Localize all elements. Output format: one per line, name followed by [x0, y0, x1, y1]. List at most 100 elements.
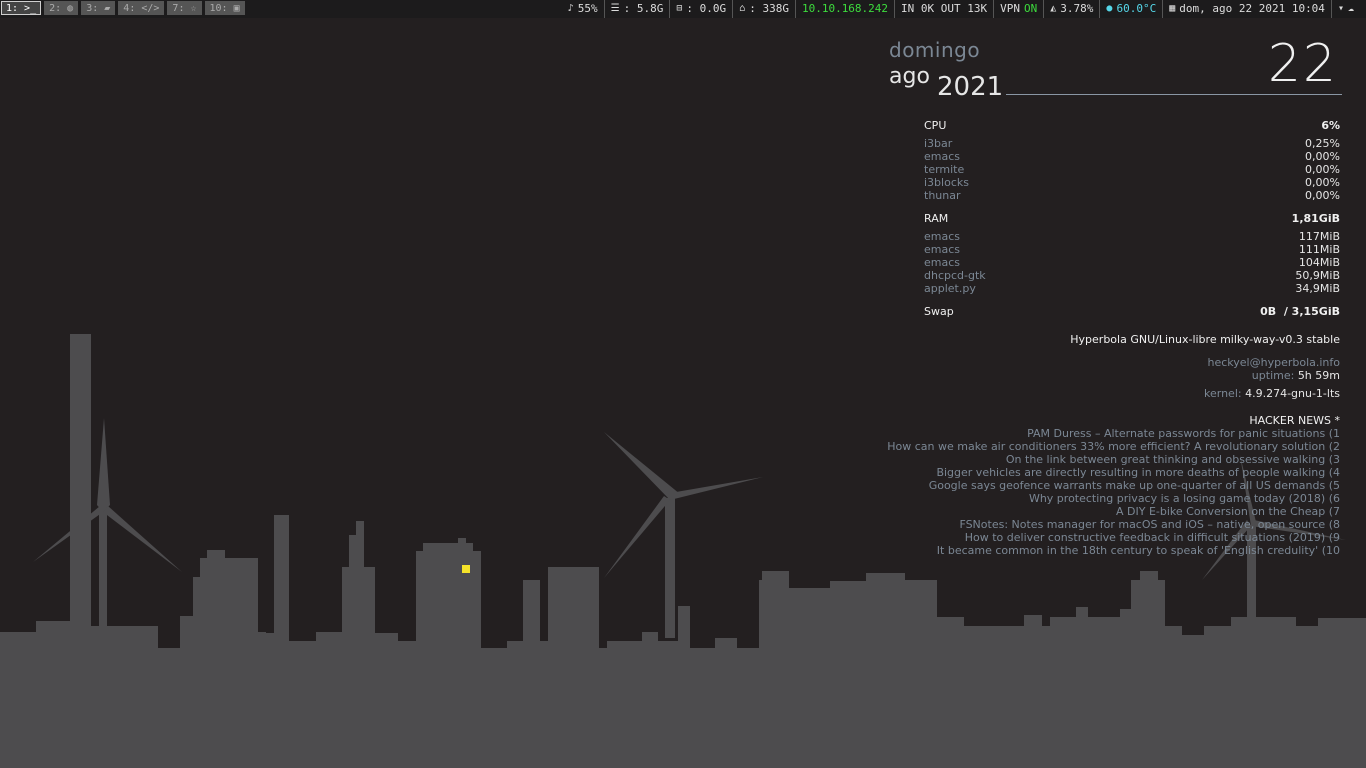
ip-block[interactable]: 10.10.168.242	[796, 0, 896, 18]
conky-panel: domingo ago 2021 22 CPU 6% i3bar 0,25% ema…	[880, 34, 1342, 564]
disk-drive-value: : 0.0G	[686, 2, 727, 15]
lit-window	[462, 565, 470, 573]
database-icon: ☰	[610, 3, 620, 14]
kernel-value: 4.9.274-gnu-1-lts	[1245, 387, 1340, 400]
disk-drive-block[interactable]: ⊟ : 0.0G	[670, 0, 734, 18]
hard-drive-icon: ⊟	[676, 3, 683, 14]
workspace-button[interactable]: 4: </>	[118, 1, 165, 15]
process-row: emacs 104MiB	[924, 256, 1340, 269]
volume-value: 55%	[577, 2, 598, 15]
music-note-icon: ♪	[567, 3, 574, 14]
uptime-label: uptime:	[1251, 369, 1295, 382]
process-name: i3bar	[924, 137, 953, 150]
weekday-name: domingo	[889, 38, 981, 62]
process-value: 104MiB	[1298, 256, 1340, 269]
ram-process-list: emacs 117MiB emacs 111MiB emacs 104MiB dhcpcd-…	[924, 230, 1340, 295]
cpu-section: CPU 6% i3bar 0,25% emacs 0,00% termite 0,00% i…	[924, 119, 1340, 202]
process-name: emacs	[924, 256, 961, 269]
ram-total: 1,81GiB	[1291, 212, 1340, 225]
news-item[interactable]: PAM Duress – Alternate passwords for pan…	[887, 427, 1340, 440]
area-chart-icon: ◭	[1050, 3, 1057, 14]
temperature-block[interactable]: ● 60.0°C	[1100, 0, 1164, 18]
volume-block[interactable]: ♪ 55%	[562, 0, 605, 18]
wind-turbine-middle	[604, 432, 763, 638]
cpu-header: CPU 6%	[924, 119, 1340, 132]
network-traffic: IN 0K OUT 13K	[901, 2, 988, 15]
vpn-block[interactable]: VPN ON	[994, 0, 1045, 18]
distro-info: Hyperbola GNU/Linux-libre milky-way-v0.3…	[1070, 333, 1340, 346]
clock-block[interactable]: ▦ dom, ago 22 2021 10:04	[1163, 0, 1332, 18]
swap-header: Swap 0B / 3,15GiB	[924, 305, 1340, 318]
workspace-button[interactable]: 7: ☆	[167, 1, 202, 15]
hacker-news-list: PAM Duress – Alternate passwords for pan…	[887, 427, 1340, 557]
vpn-state: ON	[1024, 2, 1038, 15]
process-value: 0,25%	[1305, 137, 1340, 150]
uptime-line: uptime: 5h 59m	[1252, 369, 1340, 382]
process-value: 34,9MiB	[1295, 282, 1340, 295]
droplet-icon: ●	[1106, 3, 1113, 14]
news-item[interactable]: Why protecting privacy is a losing game …	[887, 492, 1340, 505]
clock-value: dom, ago 22 2021 10:04	[1179, 2, 1325, 15]
ram-header: RAM 1,81GiB	[924, 212, 1340, 225]
year: 2021	[937, 72, 1004, 102]
tray-block[interactable]: ▾ ☁	[1332, 0, 1360, 18]
kernel-label: kernel:	[1204, 387, 1242, 400]
process-value: 0,00%	[1305, 163, 1340, 176]
workspace-button[interactable]: 10: ▣	[204, 1, 245, 15]
process-name: emacs	[924, 243, 961, 256]
process-name: i3blocks	[924, 176, 969, 189]
swap-section: Swap 0B / 3,15GiB	[924, 305, 1340, 318]
workspace-list: 1: >_ 2: ◍ 3: ▰ 4: </> 7: ☆ 10: ▣	[1, 1, 245, 15]
ram-section: RAM 1,81GiB emacs 117MiB emacs 111MiB emacs 1…	[924, 212, 1340, 295]
process-row: thunar 0,00%	[924, 189, 1340, 202]
disk-root-block[interactable]: ☰ : 5.8G	[605, 0, 671, 18]
process-value: 111MiB	[1298, 243, 1340, 256]
wind-turbine-left	[33, 418, 182, 630]
hacker-news-title: HACKER NEWS *	[1249, 414, 1340, 427]
process-name: applet.py	[924, 282, 976, 295]
network-traffic-block[interactable]: IN 0K OUT 13K	[895, 0, 995, 18]
wifi-icon[interactable]: ▾	[1338, 0, 1344, 18]
vpn-label: VPN	[1000, 2, 1021, 15]
process-value: 0,00%	[1305, 189, 1340, 202]
news-item[interactable]: How to deliver constructive feedback in …	[887, 531, 1340, 544]
process-value: 0,00%	[1305, 176, 1340, 189]
news-item[interactable]: Google says geofence warrants make up on…	[887, 479, 1340, 492]
kernel-line: kernel: 4.9.274-gnu-1-lts	[1204, 387, 1340, 400]
process-row: termite 0,00%	[924, 163, 1340, 176]
process-row: dhcpcd-gtk 50,9MiB	[924, 269, 1340, 282]
news-item[interactable]: On the link between great thinking and o…	[887, 453, 1340, 466]
process-row: i3blocks 0,00%	[924, 176, 1340, 189]
status-bar: 1: >_ 2: ◍ 3: ▰ 4: </> 7: ☆ 10: ▣ ♪ 55% ☰ : 5…	[0, 0, 1366, 18]
process-value: 50,9MiB	[1295, 269, 1340, 282]
temperature-value: 60.0°C	[1116, 2, 1157, 15]
home-value: : 338G	[749, 2, 789, 15]
news-item[interactable]: A DIY E-bike Conversion on the Cheap (7	[887, 505, 1340, 518]
workspace-button[interactable]: 3: ▰	[81, 1, 116, 15]
process-row: applet.py 34,9MiB	[924, 282, 1340, 295]
cloud-icon[interactable]: ☁	[1348, 0, 1354, 18]
news-item[interactable]: It became common in the 18th century to …	[887, 544, 1340, 557]
user-host: heckyel@hyperbola.info	[1207, 356, 1341, 369]
day-number: 22	[1267, 34, 1338, 94]
status-blocks: ♪ 55% ☰ : 5.8G ⊟ : 0.0G ⌂ : 338G 10.10.1…	[562, 0, 1360, 18]
date-divider	[1006, 94, 1342, 95]
process-row: i3bar 0,25%	[924, 137, 1340, 150]
home-block[interactable]: ⌂ : 338G	[733, 0, 796, 18]
cpu-block[interactable]: ◭ 3.78%	[1044, 0, 1101, 18]
uptime-value: 5h 59m	[1297, 369, 1340, 382]
process-row: emacs 117MiB	[924, 230, 1340, 243]
workspace-button[interactable]: 1: >_	[1, 1, 42, 15]
cpu-process-list: i3bar 0,25% emacs 0,00% termite 0,00% i3blocks…	[924, 137, 1340, 202]
news-item[interactable]: Bigger vehicles are directly resulting i…	[887, 466, 1340, 479]
ip-address: 10.10.168.242	[801, 2, 889, 15]
ram-label: RAM	[924, 212, 949, 225]
news-item[interactable]: FSNotes: Notes manager for macOS and iOS…	[887, 518, 1340, 531]
news-item[interactable]: How can we make air conditioners 33% mor…	[887, 440, 1340, 453]
workspace-button[interactable]: 2: ◍	[44, 1, 79, 15]
calendar-icon: ▦	[1169, 3, 1176, 14]
disk-root-value: : 5.8G	[623, 2, 664, 15]
swap-value: 0B / 3,15GiB	[1260, 305, 1340, 318]
process-name: emacs	[924, 150, 961, 163]
process-value: 0,00%	[1305, 150, 1340, 163]
